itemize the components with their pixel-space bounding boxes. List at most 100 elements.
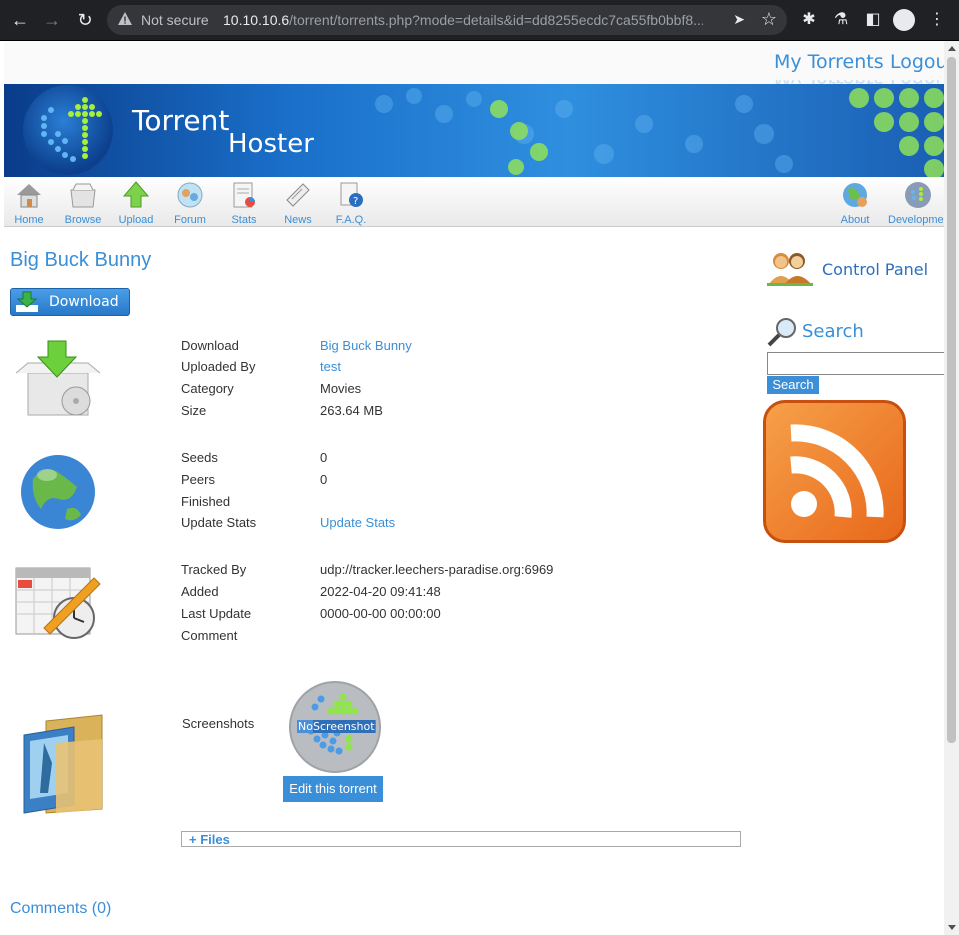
no-screenshot-image[interactable]: NoScreenshot [289, 681, 381, 773]
stats-icon [233, 182, 255, 208]
stat-label: Peers [181, 472, 215, 487]
news-icon [286, 183, 310, 207]
torrent-title: Big Buck Bunny [10, 249, 152, 271]
scrollbar-thumb[interactable] [947, 57, 956, 743]
rss-waves-icon [790, 424, 884, 518]
nav-home[interactable]: Home [4, 180, 54, 226]
uploader-link[interactable]: test [320, 359, 341, 374]
download-arrow-icon [16, 291, 38, 312]
nav-news[interactable]: News [273, 180, 323, 226]
detail-label: Size [181, 403, 207, 418]
profile-avatar-icon[interactable] [893, 9, 915, 31]
rss-feed-icon[interactable] [763, 400, 906, 543]
download-button[interactable]: Download [10, 288, 130, 316]
download-button-label: Download [49, 294, 119, 310]
tracker-value: udp://tracker.leechers-paradise.org:6969 [320, 562, 554, 577]
tracking-label: Comment [181, 628, 238, 643]
nav-about[interactable]: About [830, 180, 880, 226]
category-value: Movies [320, 381, 362, 396]
security-label: Not secure [141, 12, 209, 28]
page-scrollbar[interactable] [944, 41, 959, 935]
svg-text:?: ? [353, 196, 358, 207]
site-logo-icon[interactable] [23, 85, 113, 175]
upload-icon [122, 181, 150, 208]
scroll-down-icon[interactable] [948, 925, 956, 930]
forward-icon[interactable]: → [40, 8, 64, 32]
edit-torrent-button[interactable]: Edit this torrent [283, 776, 383, 802]
tracking-label: Tracked By [181, 562, 247, 577]
browser-toolbar: ← → ↻ Not secure 10.10.10.6/torrent/torr… [0, 0, 959, 41]
no-screenshot-no: No [298, 720, 313, 733]
nav-forum[interactable]: Forum [165, 180, 215, 226]
control-panel-link[interactable]: Control Panel [822, 260, 928, 279]
url-text: 10.10.10.6/torrent/torrents.php?mode=det… [223, 12, 703, 28]
address-bar[interactable]: Not secure 10.10.10.6/torrent/torrents.p… [107, 5, 787, 35]
update-stats-link[interactable]: Update Stats [320, 515, 395, 530]
menu-kebab-icon[interactable]: ⋮ [925, 8, 949, 32]
send-tab-icon[interactable]: ➤ [733, 11, 745, 28]
stat-label: Seeds [181, 450, 218, 465]
nav-browse-label: Browse [64, 214, 102, 226]
files-toggle[interactable]: + Files [189, 832, 230, 847]
nav-development-label: Development [888, 214, 944, 226]
peers-value: 0 [320, 472, 328, 487]
nav-browse[interactable]: Browse [58, 180, 108, 226]
site-banner: Torrent Hoster [4, 84, 944, 177]
nav-stats[interactable]: Stats [219, 180, 269, 226]
detail-label: Uploaded By [181, 359, 256, 374]
my-torrents-link[interactable]: My Torrents [774, 51, 884, 73]
url-path: /torrent/torrents.php?mode=details&id=dd… [289, 12, 703, 28]
tracking-label: Last Update [181, 606, 252, 621]
stat-label: Finished [181, 494, 231, 509]
nav-about-label: About [840, 214, 870, 226]
seeds-value: 0 [320, 450, 328, 465]
nav-news-label: News [284, 214, 312, 226]
scroll-up-icon[interactable] [948, 46, 956, 51]
control-panel-users-icon [767, 253, 813, 286]
last-update-value: 0000-00-00 00:00:00 [320, 606, 441, 621]
web-page: My Torrents Logout My Torrents Logout [4, 41, 944, 935]
url-host: 10.10.10.6 [223, 12, 290, 28]
size-value: 263.64 MB [320, 403, 383, 418]
globe-icon [21, 455, 95, 529]
stat-label: Update Stats [181, 515, 257, 530]
extensions-icon[interactable]: ✱ [797, 8, 821, 32]
logout-link[interactable]: Logout [890, 51, 944, 73]
nav-forum-label: Forum [174, 214, 206, 226]
download-link[interactable]: Big Buck Bunny [320, 338, 412, 353]
nav-faq-label: F.A.Q. [335, 214, 367, 226]
added-value: 2022-04-20 09:41:48 [320, 584, 441, 599]
screenshots-label: Screenshots [182, 716, 255, 731]
magnifier-icon [767, 318, 796, 347]
warning-icon [118, 12, 132, 25]
nav-upload-label: Upload [118, 214, 154, 226]
files-panel[interactable]: + Files [181, 831, 741, 847]
bookmark-star-icon[interactable]: ☆ [761, 9, 777, 30]
package-disc-icon [15, 340, 101, 416]
side-panel-icon[interactable]: ◧ [861, 8, 885, 32]
detail-label: Download [181, 338, 239, 353]
reload-icon[interactable]: ↻ [73, 8, 97, 32]
main-nav-toolbar: Home Browse Upload Forum Stats News ? F.… [4, 177, 944, 227]
no-screenshot-rest: Screenshot [312, 720, 375, 733]
search-button[interactable]: Search [767, 376, 819, 394]
nav-development[interactable]: Development [888, 180, 944, 226]
tracking-label: Added [181, 584, 219, 599]
nav-home-label: Home [14, 214, 44, 226]
search-heading: Search [802, 321, 864, 342]
nav-faq[interactable]: ? F.A.Q. [326, 180, 376, 226]
detail-label: Category [181, 381, 234, 396]
development-icon [905, 182, 931, 208]
labs-flask-icon[interactable]: ⚗ [829, 8, 853, 32]
about-globe-icon [843, 183, 867, 207]
search-input[interactable] [767, 352, 944, 375]
forum-icon [177, 182, 203, 208]
nav-upload[interactable]: Upload [111, 180, 161, 226]
no-screenshot-tag: NoScreenshot [297, 720, 376, 733]
comments-link[interactable]: Comments (0) [10, 900, 111, 918]
back-icon[interactable]: ← [8, 8, 32, 32]
home-icon [17, 184, 41, 208]
banner-title-line1: Torrent [132, 104, 230, 137]
calendar-clock-icon [15, 567, 101, 639]
top-user-bar: My Torrents Logout My Torrents Logout [4, 41, 944, 84]
